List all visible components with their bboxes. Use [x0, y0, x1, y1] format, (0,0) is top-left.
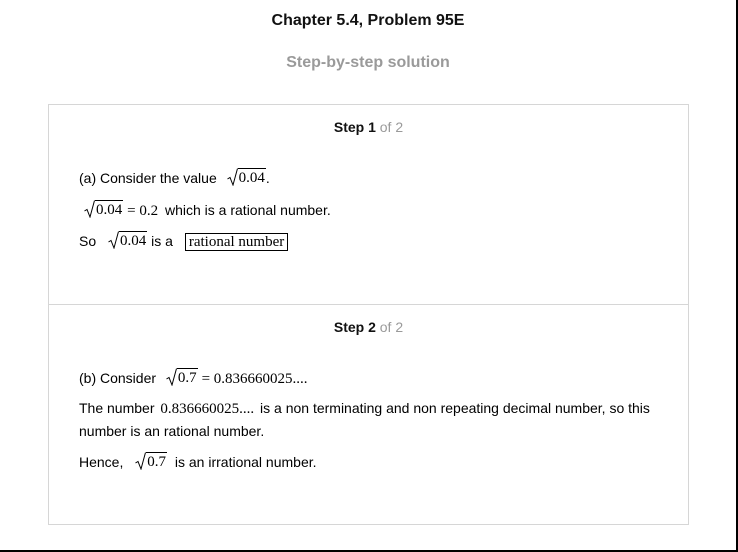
radicand: 0.04 — [237, 168, 266, 186]
page-subtitle: Step-by-step solution — [286, 54, 450, 71]
step-count: of 2 — [379, 319, 404, 335]
step-1-card: Step 1 of 2 (a) Consider the value 0.04 … — [48, 104, 689, 305]
radicand: 0.04 — [119, 231, 148, 249]
step-1-line-3: So 0.04 is a rational number — [79, 231, 289, 251]
sqrt-expression: 0.7 — [135, 452, 167, 470]
line-text: (a) Consider the value — [79, 170, 217, 186]
equation-result: = 0.836660025.... — [201, 371, 308, 387]
sqrt-sign-icon — [135, 452, 147, 470]
step-2-line-3: Hence, 0.7 is an irrational number. — [79, 452, 317, 470]
sqrt-sign-icon — [166, 368, 177, 386]
sqrt-sign-icon — [108, 231, 119, 249]
step-2-card: Step 2 of 2 (b) Consider 0.7 = 0.8366600… — [48, 304, 689, 525]
radicand: 0.04 — [95, 200, 124, 218]
sqrt-expression: 0.04 — [108, 231, 148, 249]
sqrt-expression: 0.7 — [166, 368, 198, 386]
radicand: 0.7 — [176, 368, 198, 386]
sqrt-sign-icon — [84, 200, 95, 218]
step-label: Step 2 — [333, 319, 376, 335]
sqrt-expression: 0.04 — [84, 200, 124, 218]
sqrt-expression: 0.04 — [226, 168, 266, 186]
line-text: Hence, — [79, 454, 124, 470]
step-label: Step 1 — [333, 119, 376, 135]
step-1-header: Step 1 of 2 — [49, 119, 688, 135]
line-text: The number — [79, 400, 155, 416]
step-count: of 2 — [379, 119, 404, 135]
radicand: 0.7 — [146, 452, 167, 470]
boxed-answer: rational number — [184, 233, 289, 251]
line-end: . — [265, 170, 270, 186]
decimal-value: 0.836660025.... — [160, 401, 255, 417]
line-text: (b) Consider — [79, 370, 157, 386]
step-1-line-1: (a) Consider the value 0.04 . — [79, 168, 270, 186]
line-text: is a — [151, 233, 173, 249]
step-2-header: Step 2 of 2 — [49, 319, 688, 335]
page-title: Chapter 5.4, Problem 95E — [271, 12, 465, 29]
equation-result: = 0.2 — [127, 203, 159, 219]
step-2-line-2: The number 0.836660025.... is a non term… — [79, 397, 659, 442]
step-1-line-2: 0.04 = 0.2 which is a rational number. — [84, 200, 331, 220]
line-text: is an irrational number. — [174, 454, 317, 470]
step-2-line-1: (b) Consider 0.7 = 0.836660025.... — [79, 368, 308, 388]
line-text: So — [79, 233, 97, 249]
line-text: which is a rational number. — [165, 202, 331, 218]
sqrt-sign-icon — [226, 168, 238, 186]
